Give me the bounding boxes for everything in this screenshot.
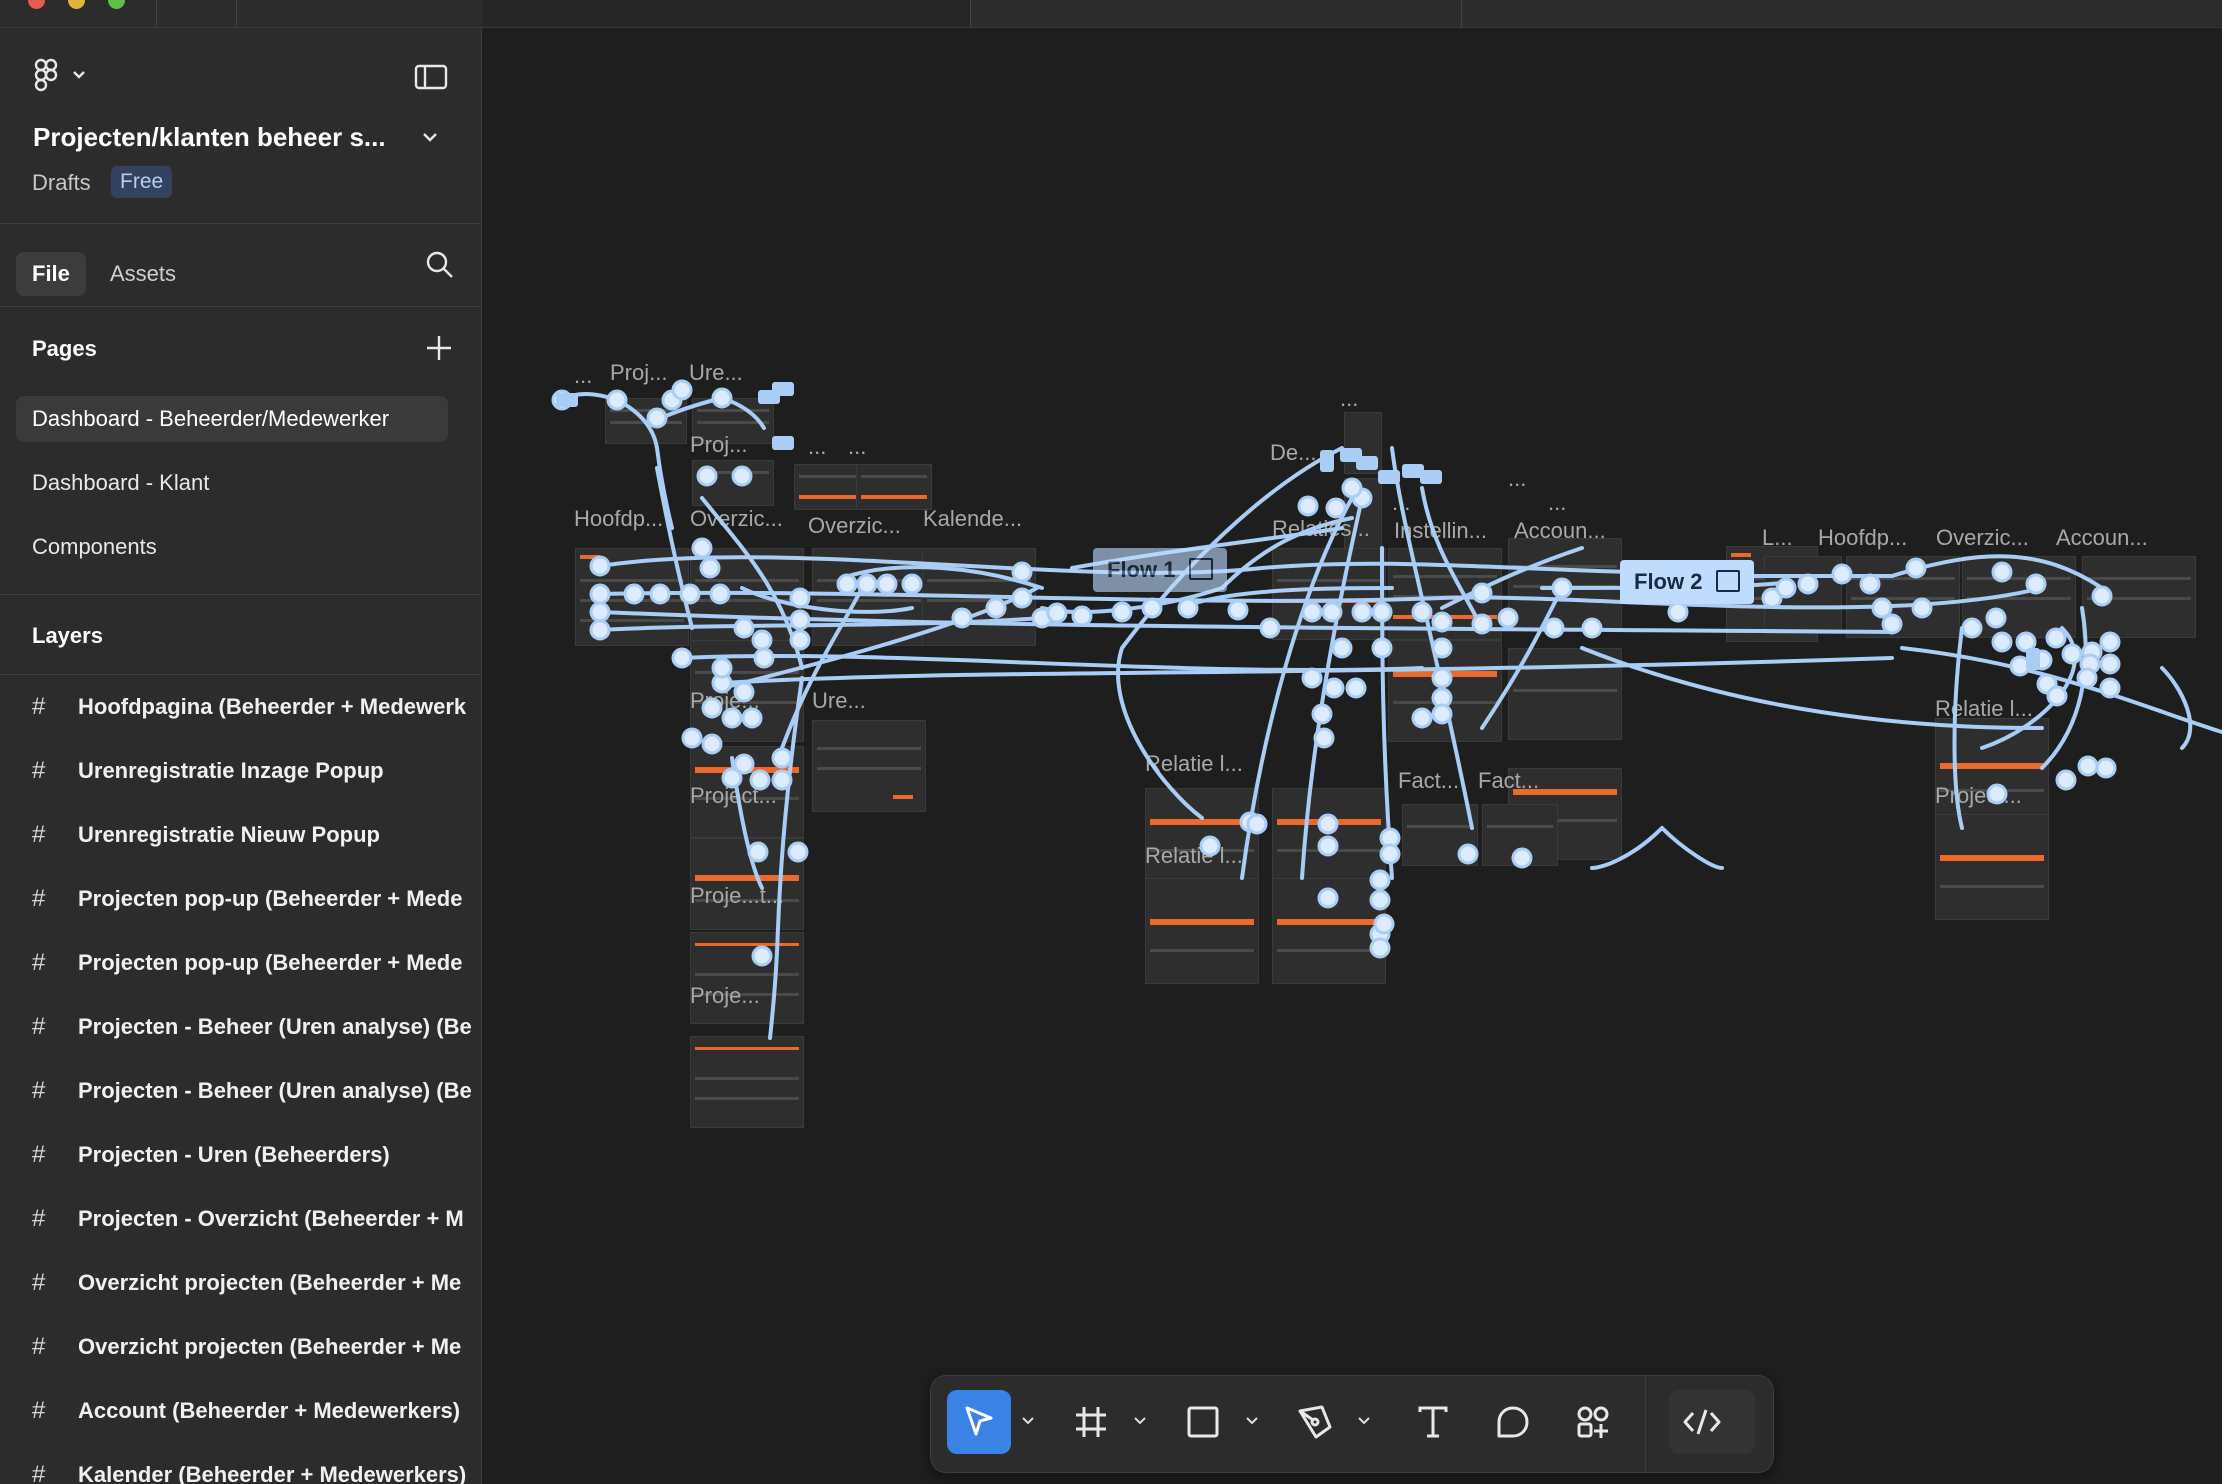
layer-item[interactable]: # Projecten - Uren (Beheerders) <box>32 1135 390 1175</box>
figma-logo-icon <box>34 58 85 92</box>
tab-divider <box>1461 0 1462 27</box>
layer-label: Projecten - Beheer (Uren analyse) (Be <box>78 1014 472 1039</box>
rectangle-icon <box>1187 1406 1219 1438</box>
layer-item[interactable]: # Projecten pop-up (Beheerder + Mede <box>32 879 462 919</box>
cursor-icon <box>965 1406 993 1436</box>
layer-item[interactable]: # Urenregistratie Nieuw Popup <box>32 815 380 855</box>
frame-icon: # <box>32 1461 46 1484</box>
toggle-sidebar-icon[interactable] <box>414 64 448 95</box>
chevron-down-icon[interactable] <box>1131 1412 1149 1430</box>
layer-label: Urenregistratie Inzage Popup <box>78 758 384 783</box>
divider <box>0 594 481 595</box>
shape-tool[interactable] <box>1171 1390 1235 1454</box>
flow-label: Flow 2 <box>1634 569 1703 594</box>
flow-label: Flow 1 <box>1107 557 1176 582</box>
layer-label: Projecten - Overzicht (Beheerder + M <box>78 1206 464 1231</box>
frame-icon: # <box>32 1141 46 1168</box>
comment-icon <box>1497 1406 1529 1438</box>
chevron-down-icon[interactable] <box>1355 1412 1373 1430</box>
frame-tool[interactable] <box>1059 1390 1123 1454</box>
file-location[interactable]: Drafts <box>32 170 91 196</box>
frame-icon: # <box>32 1205 46 1232</box>
text-icon <box>1418 1406 1448 1438</box>
frame-icon: # <box>32 821 46 848</box>
layer-item[interactable]: # Projecten - Overzicht (Beheerder + M <box>32 1199 464 1239</box>
add-page-icon[interactable] <box>426 335 452 366</box>
flow-start-badge[interactable]: Flow 2 <box>1620 560 1755 604</box>
pages-heading: Pages <box>32 336 97 361</box>
layer-label: Projecten pop-up (Beheerder + Mede <box>78 950 463 975</box>
divider <box>0 223 481 224</box>
layers-heading: Layers <box>32 623 103 648</box>
toolbar-divider <box>1645 1376 1646 1472</box>
left-sidebar: Projecten/klanten beheer s... Drafts Fre… <box>0 28 482 1484</box>
maximize-window-button[interactable] <box>108 0 125 9</box>
frame-icon: # <box>32 1397 46 1424</box>
layer-label: Projecten - Beheer (Uren analyse) (Be <box>78 1078 472 1103</box>
layer-item[interactable]: # Account (Beheerder + Medewerkers) <box>32 1391 460 1431</box>
chevron-down-icon[interactable] <box>422 130 438 148</box>
layer-label: Overzicht projecten (Beheerder + Me <box>78 1334 462 1359</box>
file-title[interactable]: Projecten/klanten beheer s... <box>33 122 386 153</box>
frame-hash-icon <box>1076 1407 1106 1437</box>
minimize-window-button[interactable] <box>68 0 85 9</box>
page-item-dashboard-beheerder[interactable]: Dashboard - Beheerder/Medewerker <box>16 396 448 442</box>
actions-tool[interactable] <box>1561 1390 1625 1454</box>
layer-label: Projecten - Uren (Beheerders) <box>78 1142 390 1167</box>
close-window-button[interactable] <box>28 0 45 9</box>
frame-icon: # <box>32 1269 46 1296</box>
layer-label: Urenregistratie Nieuw Popup <box>78 822 380 847</box>
page-item-components[interactable]: Components <box>16 524 448 570</box>
layer-item[interactable]: # Projecten - Beheer (Uren analyse) (Be <box>32 1071 472 1111</box>
browser-tab-strip <box>0 0 2222 28</box>
prototype-connections <box>551 379 2222 1040</box>
chevron-down-icon[interactable] <box>1019 1412 1037 1430</box>
layer-label: Overzicht projecten (Beheerder + Me <box>78 1270 462 1295</box>
frame-icon: # <box>32 757 46 784</box>
comment-tool[interactable] <box>1481 1390 1545 1454</box>
bottom-toolbar <box>930 1375 1774 1473</box>
frame-icon: # <box>32 1013 46 1040</box>
tab-divider <box>156 0 157 27</box>
divider <box>0 306 481 307</box>
actions-icon <box>1577 1406 1609 1438</box>
pen-icon <box>1298 1405 1332 1439</box>
tab-assets[interactable]: Assets <box>94 252 192 296</box>
frame-icon: # <box>32 1077 46 1104</box>
layer-item[interactable]: # Projecten pop-up (Beheerder + Mede <box>32 943 462 983</box>
tab-file[interactable]: File <box>16 252 86 296</box>
play-icon <box>1189 558 1214 581</box>
layer-item[interactable]: # Overzicht projecten (Beheerder + Me <box>32 1263 461 1303</box>
layer-item[interactable]: # Hoofdpagina (Beheerder + Medewerk <box>32 687 466 727</box>
chevron-down-icon[interactable] <box>1243 1412 1261 1430</box>
pen-tool[interactable] <box>1283 1390 1347 1454</box>
divider <box>0 674 481 675</box>
move-tool[interactable] <box>947 1390 1011 1454</box>
main-menu-button[interactable] <box>34 58 86 97</box>
layer-item[interactable]: # Overzicht projecten (Beheerder + Me <box>32 1327 461 1367</box>
layer-label: Kalender (Beheerder + Medewerkers) <box>78 1462 467 1484</box>
layer-label: Projecten pop-up (Beheerder + Mede <box>78 886 463 911</box>
file-tab[interactable] <box>971 0 1461 27</box>
frame-icon: # <box>32 1333 46 1360</box>
flow-start-badge[interactable]: Flow 1 <box>1093 548 1228 592</box>
layer-item[interactable]: # Projecten - Beheer (Uren analyse) (Be <box>32 1007 472 1047</box>
code-icon <box>1683 1409 1721 1435</box>
page-item-dashboard-klant[interactable]: Dashboard - Klant <box>16 460 448 506</box>
plan-badge: Free <box>111 166 173 198</box>
frame-icon: # <box>32 949 46 976</box>
layer-item[interactable]: # Kalender (Beheerder + Medewerkers) <box>32 1455 466 1484</box>
text-tool[interactable] <box>1401 1390 1465 1454</box>
frame-icon: # <box>32 885 46 912</box>
search-icon[interactable] <box>425 250 455 285</box>
play-icon <box>1716 570 1741 593</box>
dev-mode-toggle[interactable] <box>1669 1390 1755 1454</box>
layer-label: Hoofdpagina (Beheerder + Medewerk <box>78 694 467 719</box>
frame-icon: # <box>32 693 46 720</box>
file-tab-active[interactable] <box>482 0 970 27</box>
design-canvas[interactable]: ... Proj... Ure... Proj... ... ... Hoofd… <box>482 28 2222 1484</box>
layer-item[interactable]: # Urenregistratie Inzage Popup <box>32 751 384 791</box>
layer-label: Account (Beheerder + Medewerkers) <box>78 1398 461 1423</box>
tab-divider <box>236 0 237 27</box>
